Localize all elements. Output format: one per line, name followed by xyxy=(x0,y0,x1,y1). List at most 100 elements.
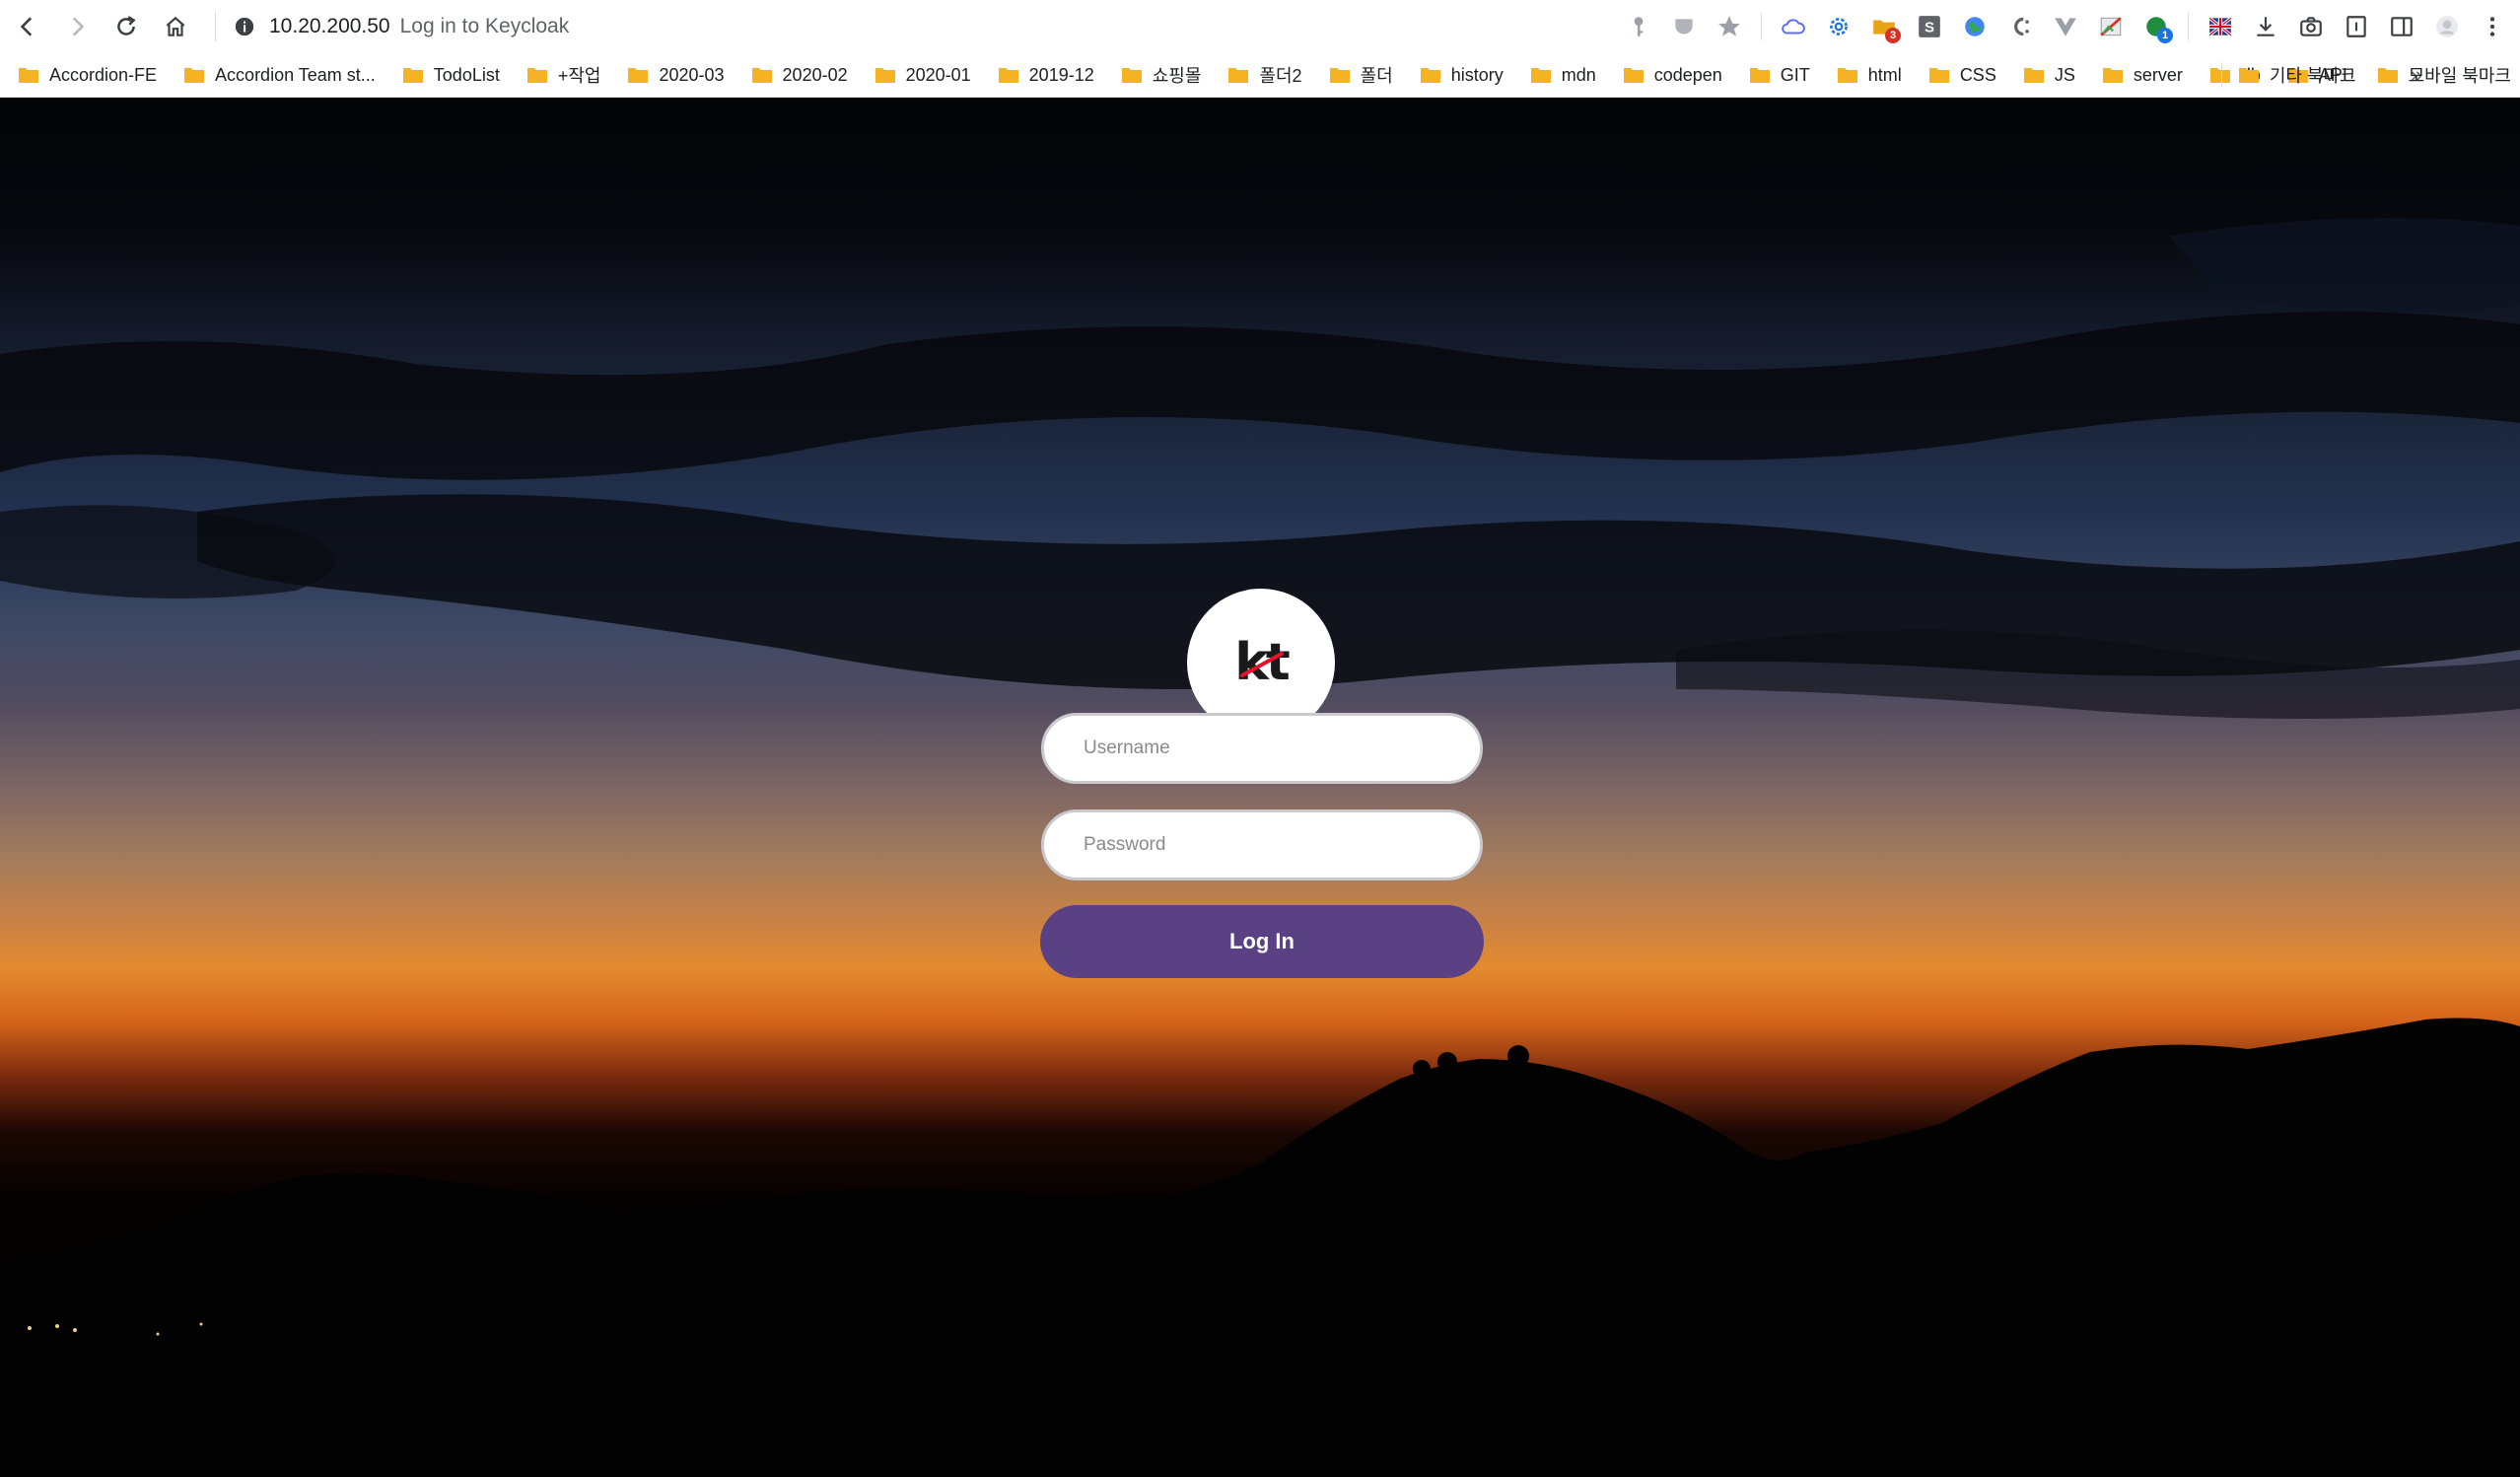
bookmark-label: 2020-01 xyxy=(905,64,971,85)
back-arrow-icon xyxy=(20,17,33,36)
bookmark-label: TodoList xyxy=(433,64,500,85)
bookmark-label: history xyxy=(1450,64,1504,85)
bookmark-folder[interactable]: server xyxy=(2084,57,2192,93)
bookmark-folder[interactable]: Accordion-FE xyxy=(0,57,166,93)
side-panel-icon[interactable] xyxy=(2384,9,2419,44)
folder-icon xyxy=(2377,68,2398,83)
bookmark-folder[interactable]: codepen xyxy=(1605,57,1731,93)
forward-arrow-icon xyxy=(72,17,85,36)
bookmark-label: mdn xyxy=(1561,64,1596,85)
svg-text:S: S xyxy=(1925,19,1934,35)
folder-extension-badge: 3 xyxy=(1885,28,1901,43)
folder-icon xyxy=(1530,68,1551,83)
c-extension-icon[interactable] xyxy=(2002,9,2038,44)
reload-button[interactable] xyxy=(105,5,148,48)
menu-icon[interactable] xyxy=(2475,9,2510,44)
logo-red-stroke-icon xyxy=(1240,652,1284,677)
bookmark-folder[interactable]: history xyxy=(1402,57,1512,93)
cloud-icon[interactable] xyxy=(1776,9,1811,44)
bookmark-folder[interactable]: mdn xyxy=(1512,57,1605,93)
bookmark-folder[interactable]: 쇼핑몰 xyxy=(1103,57,1211,93)
bookmark-label: Accordion Team st... xyxy=(215,64,376,85)
forward-button[interactable] xyxy=(55,5,99,48)
bookmark-folder[interactable]: +작업 xyxy=(509,57,610,93)
folder-icon xyxy=(1329,68,1350,83)
login-button[interactable]: Log In xyxy=(1040,905,1484,978)
folder-icon xyxy=(875,68,895,83)
bookmark-folder[interactable]: 2020-01 xyxy=(857,57,980,93)
bookmark-label: 2019-12 xyxy=(1028,64,1094,85)
no-image-extension-icon[interactable] xyxy=(2093,9,2129,44)
folder-icon xyxy=(998,68,1018,83)
password-input[interactable] xyxy=(1041,809,1483,880)
back-button[interactable] xyxy=(6,5,49,48)
bookmark-label: 기타 북마크 xyxy=(2269,66,2356,86)
bookmark-folder[interactable]: CSS xyxy=(1911,57,2005,93)
vue-devtools-icon[interactable] xyxy=(2048,9,2083,44)
bookmark-folder[interactable]: 2020-02 xyxy=(734,57,857,93)
bookmark-folder[interactable]: html xyxy=(1819,57,1911,93)
folder-icon xyxy=(2238,68,2259,83)
globe-extension-icon[interactable] xyxy=(1957,9,1993,44)
folder-icon xyxy=(1623,68,1644,83)
folder-icon xyxy=(2102,68,2123,83)
reload-icon xyxy=(117,16,136,35)
home-icon xyxy=(166,16,185,36)
folder-icon xyxy=(184,68,205,83)
sunset-background-image xyxy=(0,218,2520,1477)
bookmark-folder[interactable]: 폴더2 xyxy=(1210,57,1310,93)
bookmark-folder[interactable]: 2020-03 xyxy=(609,57,733,93)
bookmarks-separator xyxy=(2220,62,2222,88)
folder-icon xyxy=(1420,68,1440,83)
bookmark-folder[interactable]: 폴더 xyxy=(1311,57,1402,93)
bookmark-label: 모바일 북마크 xyxy=(2408,66,2511,86)
username-input[interactable] xyxy=(1041,713,1483,784)
toolbar-divider xyxy=(1761,13,1762,40)
bookmark-folder-other[interactable]: 기타 북마크 xyxy=(2226,57,2365,93)
bookmark-label: Accordion-FE xyxy=(49,64,158,85)
folder-icon xyxy=(1749,68,1770,83)
folder-icon xyxy=(526,68,547,83)
green-extension-badge: 1 xyxy=(2157,28,2173,43)
folder-icon xyxy=(1121,68,1142,83)
bookmark-folder[interactable]: GIT xyxy=(1731,57,1819,93)
folder-extension-icon[interactable]: 3 xyxy=(1866,9,1902,44)
home-button[interactable] xyxy=(154,5,197,48)
browser-toolbar: 10.20.200.50 Log in to Keycloak 3 S 1 xyxy=(0,0,2520,53)
bookmark-folder-other[interactable]: 모바일 북마크 xyxy=(2365,57,2520,93)
folder-icon xyxy=(1837,68,1857,83)
bookmark-folder[interactable]: TodoList xyxy=(385,57,509,93)
gear-extension-icon[interactable] xyxy=(1821,9,1856,44)
address-bar[interactable]: 10.20.200.50 Log in to Keycloak xyxy=(215,5,569,48)
bookmark-label: 폴더 xyxy=(1360,66,1393,86)
folder-icon xyxy=(19,68,38,83)
address-host: 10.20.200.50 xyxy=(269,15,390,37)
key-icon[interactable] xyxy=(1621,9,1656,44)
folder-icon xyxy=(1928,68,1949,83)
bookmark-folder[interactable]: 2019-12 xyxy=(980,57,1103,93)
profile-avatar-icon[interactable] xyxy=(2429,9,2465,44)
bookmark-folder[interactable]: Accordion Team st... xyxy=(166,57,385,93)
folder-icon xyxy=(2023,68,2044,83)
flag-extension-icon[interactable] xyxy=(2203,9,2238,44)
folder-icon xyxy=(1228,68,1249,83)
bookmark-label: JS xyxy=(2054,64,2075,85)
bookmarks-bar: Accordion-FE Accordion Team st... TodoList… xyxy=(0,53,2520,98)
bookmark-folder[interactable]: JS xyxy=(2005,57,2084,93)
bookmark-label: server xyxy=(2133,64,2183,85)
page-viewport: kt xyxy=(0,98,2520,1477)
download-icon[interactable] xyxy=(2248,9,2283,44)
folder-icon xyxy=(628,68,649,83)
bookmark-star-icon[interactable] xyxy=(1712,9,1747,44)
green-circle-extension-icon[interactable]: 1 xyxy=(2138,9,2174,44)
pocket-icon[interactable] xyxy=(1666,9,1702,44)
folder-icon xyxy=(751,68,772,83)
folder-icon xyxy=(402,68,423,83)
camera-icon[interactable] xyxy=(2293,9,2329,44)
s-extension-icon[interactable]: S xyxy=(1912,9,1947,44)
bookmark-label: codepen xyxy=(1653,64,1722,85)
reader-icon[interactable] xyxy=(2339,9,2374,44)
site-info-icon[interactable] xyxy=(234,16,255,37)
bookmark-label: GIT xyxy=(1780,64,1810,85)
bookmark-label: CSS xyxy=(1959,64,1996,85)
